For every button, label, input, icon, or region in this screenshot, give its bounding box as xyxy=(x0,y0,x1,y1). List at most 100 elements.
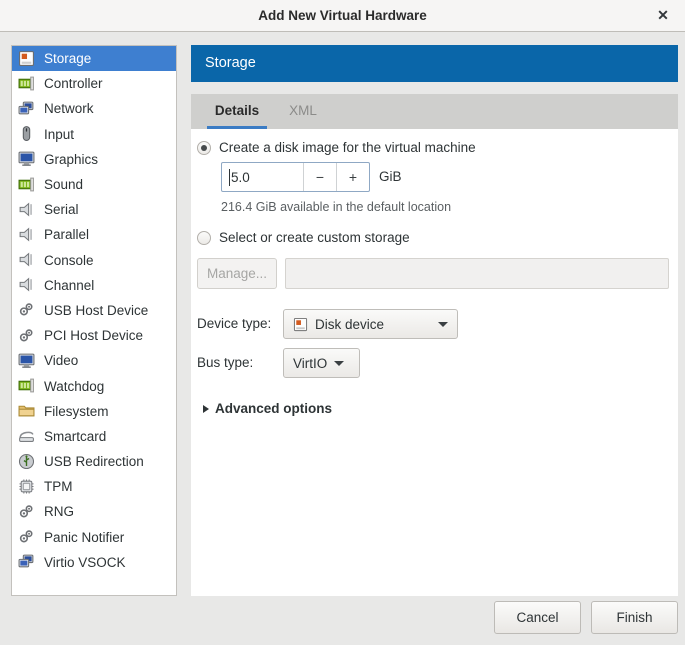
device-type-value: Disk device xyxy=(315,316,385,332)
available-space-hint: 216.4 GiB available in the default locat… xyxy=(221,200,452,214)
monitor-icon xyxy=(18,352,36,370)
disk-size-unit-label: GiB xyxy=(379,169,402,184)
sidebar-item-serial[interactable]: Serial xyxy=(12,197,176,222)
create-disk-radio-row[interactable]: Create a disk image for the virtual mach… xyxy=(197,140,476,155)
sidebar-item-label: Video xyxy=(44,353,79,369)
sidebar-item-usb-host-device[interactable]: USB Host Device xyxy=(12,298,176,323)
card-icon xyxy=(18,377,36,395)
network-icon xyxy=(18,553,36,571)
sidebar-item-label: Graphics xyxy=(44,151,99,167)
section-title: Storage xyxy=(205,55,256,71)
storage-path-field[interactable] xyxy=(285,258,669,289)
sidebar-item-pci-host-device[interactable]: PCI Host Device xyxy=(12,323,176,348)
window-title: Add New Virtual Hardware xyxy=(258,8,427,23)
sidebar-item-label: Watchdog xyxy=(44,378,105,394)
details-panel: Create a disk image for the virtual mach… xyxy=(191,129,678,596)
sidebar-item-channel[interactable]: Channel xyxy=(12,273,176,298)
sidebar-item-label: Sound xyxy=(44,177,84,193)
sidebar-item-label: Panic Notifier xyxy=(44,529,125,545)
sidebar-item-label: Network xyxy=(44,101,94,117)
tab-details[interactable]: Details xyxy=(207,94,267,129)
mouse-icon xyxy=(18,125,36,143)
sidebar-item-label: Serial xyxy=(44,202,79,218)
sidebar-item-label: USB Redirection xyxy=(44,454,144,470)
port-icon xyxy=(18,201,36,219)
sidebar-item-tpm[interactable]: TPM xyxy=(12,474,176,499)
port-icon xyxy=(18,226,36,244)
sidebar-item-graphics[interactable]: Graphics xyxy=(12,147,176,172)
chevron-down-icon xyxy=(334,360,345,366)
tab-bar[interactable]: Details XML xyxy=(191,94,678,129)
sidebar-item-label: Filesystem xyxy=(44,403,109,419)
sidebar-item-video[interactable]: Video xyxy=(12,348,176,373)
sidebar-item-filesystem[interactable]: Filesystem xyxy=(12,399,176,424)
disk-size-decrement-button[interactable]: − xyxy=(303,163,336,191)
triangle-right-icon xyxy=(203,404,209,413)
create-disk-radio-label: Create a disk image for the virtual mach… xyxy=(219,140,476,155)
advanced-options-expander[interactable]: Advanced options xyxy=(203,401,332,416)
sidebar-item-console[interactable]: Console xyxy=(12,248,176,273)
create-disk-radio[interactable] xyxy=(197,140,211,155)
sidebar-item-virtio-vsock[interactable]: Virtio VSOCK xyxy=(12,550,176,575)
sidebar-item-input[interactable]: Input xyxy=(12,122,176,147)
sidebar-item-label: PCI Host Device xyxy=(44,328,144,344)
sidebar-item-usb-redirection[interactable]: USB Redirection xyxy=(12,449,176,474)
sidebar-item-label: Storage xyxy=(44,51,92,67)
manage-button[interactable]: Manage... xyxy=(197,258,277,289)
sidebar-item-label: USB Host Device xyxy=(44,302,149,318)
sidebar-item-label: Controller xyxy=(44,76,103,92)
bus-type-value: VirtIO xyxy=(293,355,328,371)
bus-type-combo[interactable]: VirtIO xyxy=(283,348,360,378)
sidebar-item-label: Parallel xyxy=(44,227,90,243)
sidebar-item-label: Smartcard xyxy=(44,428,107,444)
tab-xml[interactable]: XML xyxy=(281,94,325,129)
sidebar-item-storage[interactable]: Storage xyxy=(12,46,176,72)
disk-icon xyxy=(293,317,308,332)
sidebar-item-label: Console xyxy=(44,252,94,268)
sidebar-item-rng[interactable]: RNG xyxy=(12,499,176,524)
usb-icon xyxy=(18,453,36,471)
advanced-options-label: Advanced options xyxy=(215,401,333,416)
card-icon xyxy=(18,176,36,194)
disk-size-spinner[interactable]: 5.0 − + xyxy=(221,162,370,192)
sidebar-item-parallel[interactable]: Parallel xyxy=(12,222,176,247)
hardware-category-list[interactable]: Storage Controller Network Input Graphics Sou… xyxy=(11,45,177,596)
sidebar-item-panic-notifier[interactable]: Panic Notifier xyxy=(12,525,176,550)
smartcard-icon xyxy=(18,427,36,445)
folder-icon xyxy=(18,402,36,420)
custom-storage-radio-label: Select or create custom storage xyxy=(219,230,410,245)
disk-size-increment-button[interactable]: + xyxy=(336,163,369,191)
network-icon xyxy=(18,100,36,118)
gears-icon xyxy=(18,503,36,521)
title-bar: Add New Virtual Hardware ✕ xyxy=(0,0,685,32)
sidebar-item-label: TPM xyxy=(44,479,73,495)
chip-icon xyxy=(18,478,36,496)
device-type-label: Device type: xyxy=(197,316,272,331)
custom-storage-radio[interactable] xyxy=(197,230,211,245)
gears-icon xyxy=(18,528,36,546)
sidebar-item-controller[interactable]: Controller xyxy=(12,71,176,96)
cancel-button[interactable]: Cancel xyxy=(494,601,581,634)
sidebar-item-label: RNG xyxy=(44,504,74,520)
sidebar-item-sound[interactable]: Sound xyxy=(12,172,176,197)
disk-size-value: 5.0 xyxy=(231,169,250,185)
sidebar-item-label: Input xyxy=(44,126,75,142)
gears-icon xyxy=(18,301,36,319)
card-icon xyxy=(18,75,36,93)
gears-icon xyxy=(18,327,36,345)
port-icon xyxy=(18,251,36,269)
device-type-combo[interactable]: Disk device xyxy=(283,309,458,339)
disk-size-input[interactable]: 5.0 xyxy=(222,163,303,191)
close-icon[interactable]: ✕ xyxy=(649,0,677,31)
sidebar-item-label: Virtio VSOCK xyxy=(44,554,126,570)
text-caret xyxy=(229,169,230,186)
sidebar-item-label: Channel xyxy=(44,277,95,293)
custom-storage-radio-row[interactable]: Select or create custom storage xyxy=(197,230,410,245)
sidebar-item-watchdog[interactable]: Watchdog xyxy=(12,373,176,398)
sidebar-item-network[interactable]: Network xyxy=(12,96,176,121)
finish-button[interactable]: Finish xyxy=(591,601,678,634)
sidebar-item-smartcard[interactable]: Smartcard xyxy=(12,424,176,449)
section-banner: Storage xyxy=(191,45,678,82)
chevron-down-icon xyxy=(438,321,448,327)
disk-icon xyxy=(18,50,36,68)
